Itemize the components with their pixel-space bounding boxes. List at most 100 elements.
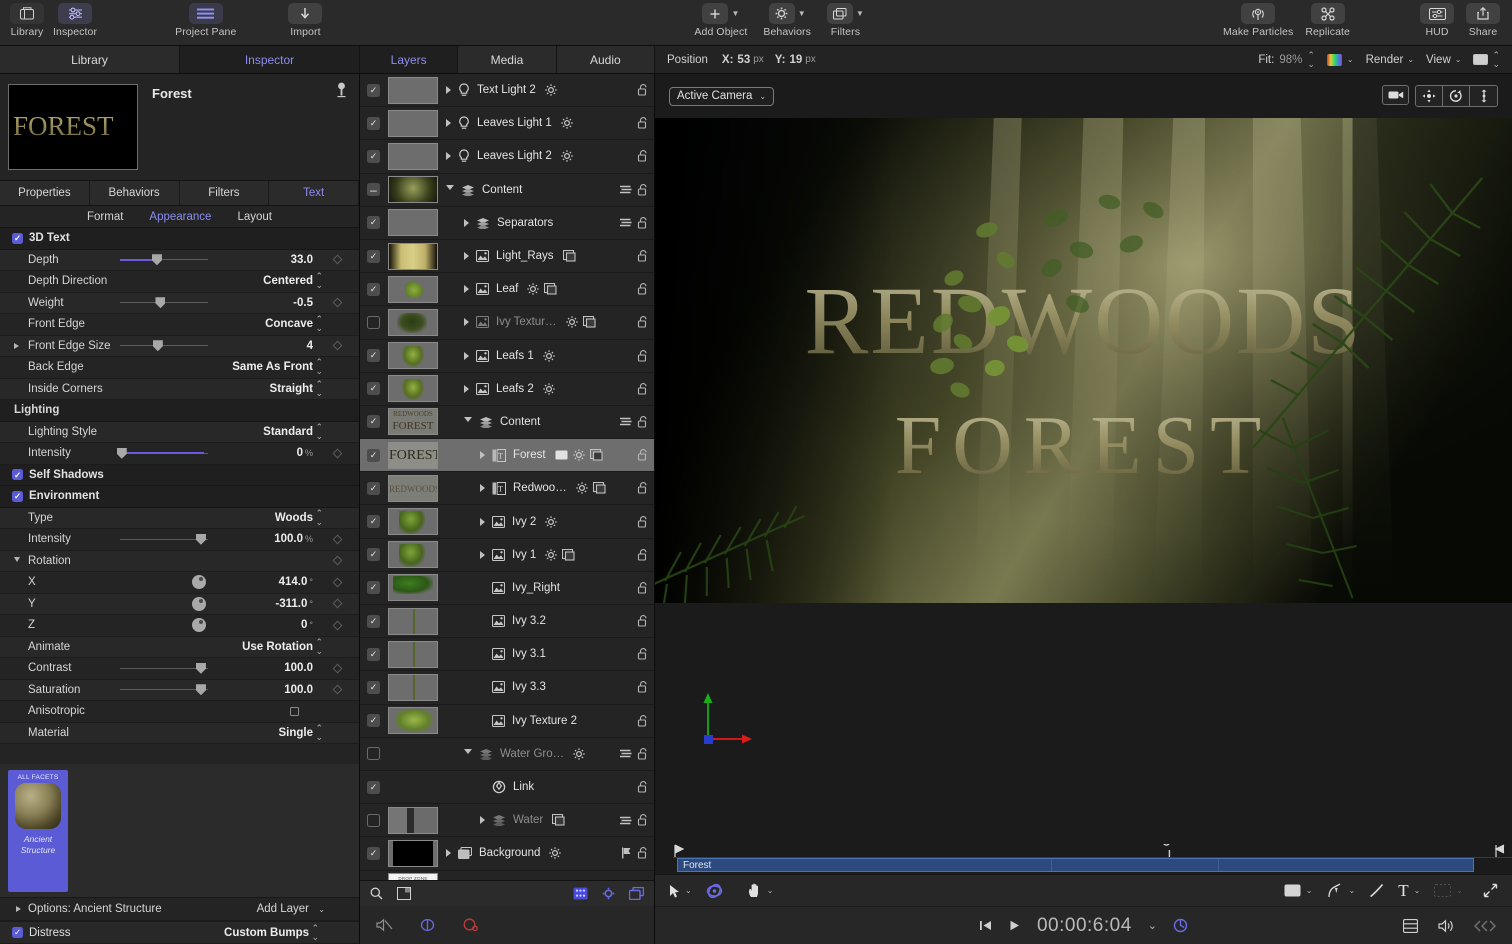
- lock-icon[interactable]: [637, 250, 648, 262]
- viewer-layout-menu[interactable]: ⌃ ⌄: [1473, 50, 1500, 69]
- badge-icon[interactable]: [555, 450, 568, 460]
- keyframe-diamond-icon[interactable]: [332, 534, 343, 545]
- row-rotation-z[interactable]: Z 0 °: [0, 615, 359, 637]
- disclosure-triangle-icon[interactable]: [480, 517, 485, 526]
- distress-checkbox[interactable]: ✓: [12, 927, 23, 938]
- layer-row-background[interactable]: ✓ Background: [360, 837, 654, 871]
- mute-icon[interactable]: [376, 918, 393, 932]
- layer-row-leaf[interactable]: ✓ Leaf: [360, 273, 654, 307]
- gear-icon[interactable]: [545, 84, 557, 96]
- lock-icon[interactable]: [637, 283, 648, 295]
- rotation-dial-z[interactable]: [192, 618, 206, 633]
- new-group-icon[interactable]: [397, 887, 411, 900]
- disclosure-triangle-icon[interactable]: [446, 152, 451, 161]
- mask-icon[interactable]: [589, 449, 603, 461]
- subtab-appearance[interactable]: Appearance: [149, 211, 211, 223]
- row-material[interactable]: Material Single ⌃ ⌄: [0, 722, 359, 744]
- 3d-text-checkbox[interactable]: ✓: [12, 232, 23, 244]
- tab-layers[interactable]: Layers: [360, 46, 459, 73]
- lock-icon[interactable]: [637, 216, 648, 229]
- keyframe-diamond-icon[interactable]: [332, 254, 343, 265]
- disclosure-triangle-icon[interactable]: [464, 285, 469, 294]
- value-weight[interactable]: -0.5: [293, 297, 313, 309]
- mask-icon[interactable]: [562, 250, 576, 262]
- hud-button[interactable]: HUD: [1420, 0, 1454, 38]
- keyframe-diamond-icon[interactable]: [332, 663, 343, 674]
- layer-visibility-checkbox[interactable]: ✓: [367, 83, 380, 97]
- disclosure-triangle-icon[interactable]: [446, 86, 451, 95]
- disclosure-triangle-icon[interactable]: [464, 218, 469, 227]
- project-pane-button[interactable]: Project Pane: [175, 0, 236, 38]
- keyframe-record-icon[interactable]: [1173, 918, 1188, 933]
- lock-icon[interactable]: [637, 581, 648, 594]
- rotation-dial-y[interactable]: [192, 596, 206, 611]
- timeline-ruler[interactable]: [673, 844, 1512, 858]
- gear-icon[interactable]: [576, 482, 588, 494]
- layer-visibility-checkbox[interactable]: ✓: [367, 116, 380, 130]
- gear-icon[interactable]: [549, 847, 561, 860]
- anisotropic-checkbox[interactable]: [290, 706, 299, 716]
- render-menu[interactable]: Render ⌄: [1366, 54, 1414, 66]
- value-rotation-z[interactable]: 0 °: [301, 619, 313, 631]
- gear-icon[interactable]: [561, 150, 573, 163]
- subtab-layout[interactable]: Layout: [237, 211, 272, 223]
- section-rotation[interactable]: Rotation: [0, 550, 359, 572]
- layer-visibility-checkbox[interactable]: ✓: [367, 216, 380, 230]
- expand-canvas-icon[interactable]: [1483, 883, 1498, 898]
- value-lighting-style[interactable]: Standard: [263, 426, 313, 438]
- layer-row-forest[interactable]: ✓ FOREST T Forest: [360, 439, 654, 473]
- position-x-value[interactable]: 53: [737, 54, 750, 66]
- mask-icon[interactable]: [552, 814, 565, 826]
- slider-depth[interactable]: [120, 254, 208, 266]
- gear-icon[interactable]: [527, 283, 539, 295]
- layer-visibility-checkbox[interactable]: ✓: [367, 481, 380, 495]
- fit-value[interactable]: 98%: [1279, 54, 1302, 66]
- layer-row-redwoo[interactable]: ✓ REDWOODS T Redwoo…: [360, 472, 654, 506]
- material-card-ancient-structure[interactable]: ALL FACETS Ancient Structure: [8, 770, 68, 892]
- canvas-viewer[interactable]: REDWOODS FOREST: [655, 118, 1512, 603]
- color-channel-menu[interactable]: ⌄: [1326, 53, 1354, 66]
- tab-library[interactable]: Library: [0, 46, 180, 73]
- blend-mode-icon[interactable]: [619, 217, 632, 228]
- timeline-ruler-and-track[interactable]: Forest: [655, 842, 1512, 874]
- row-rotation-x[interactable]: X 414.0 °: [0, 572, 359, 594]
- lock-icon[interactable]: [637, 548, 648, 561]
- distress-value[interactable]: Custom Bumps: [224, 927, 309, 939]
- audio-volume-icon[interactable]: [1438, 918, 1454, 933]
- row-depth-direction[interactable]: Depth Direction Centered ⌃ ⌄: [0, 271, 359, 293]
- value-contrast[interactable]: 100.0: [284, 662, 313, 674]
- gear-icon[interactable]: [545, 515, 557, 528]
- row-contrast[interactable]: Contrast 100.0: [0, 658, 359, 680]
- layer-row-ivy-right[interactable]: ✓ Ivy_Right: [360, 572, 654, 605]
- inspector-toolbar-button[interactable]: Inspector: [53, 0, 97, 38]
- blend-mode-icon[interactable]: [619, 748, 632, 759]
- tab-audio[interactable]: Audio: [556, 46, 655, 73]
- stepper-icon[interactable]: ⌃ ⌄: [315, 379, 323, 398]
- slider-front-edge-size[interactable]: [120, 340, 208, 352]
- canvas-viewport-area[interactable]: REDWOODS FOREST: [655, 118, 1512, 842]
- keyframe-diamond-icon[interactable]: [332, 340, 343, 351]
- layer-row-ivy-2[interactable]: ✓ Ivy 2: [360, 505, 654, 539]
- gear-icon[interactable]: [561, 117, 573, 129]
- stepper-icon[interactable]: ⌃ ⌄: [315, 723, 323, 742]
- layer-visibility-checkbox[interactable]: ✓: [367, 382, 380, 396]
- lock-icon[interactable]: [637, 648, 648, 660]
- layer-visibility-checkbox[interactable]: ✓: [367, 415, 380, 429]
- distress-row[interactable]: ✓ Distress Custom Bumps ⌃ ⌄: [0, 921, 359, 944]
- row-animate[interactable]: Animate Use Rotation ⌃ ⌄: [0, 636, 359, 658]
- chevron-down-icon[interactable]: ⌄: [1148, 919, 1157, 932]
- tab-filters[interactable]: Filters: [180, 181, 270, 205]
- environment-checkbox[interactable]: ✓: [12, 490, 23, 502]
- layer-visibility-checkbox[interactable]: ✓: [367, 846, 380, 860]
- dolly-tool-icon[interactable]: [1470, 86, 1497, 106]
- bezier-tool-button[interactable]: ⌄: [1327, 883, 1355, 898]
- row-back-edge[interactable]: Back Edge Same As Front ⌃ ⌄: [0, 357, 359, 379]
- stepper-icon[interactable]: ⌃ ⌄: [315, 315, 323, 333]
- stepper-icon[interactable]: ⌃ ⌄: [315, 637, 323, 656]
- layer-row-ivy-3-1[interactable]: ✓ Ivy 3.1: [360, 638, 654, 672]
- layer-row-leafs-1[interactable]: ✓ Leafs 1: [360, 340, 654, 373]
- stepper-icon[interactable]: ⌃ ⌄: [315, 358, 323, 376]
- lock-icon[interactable]: [637, 515, 648, 528]
- layer-row-leaves-light-1[interactable]: ✓ Leaves Light 1: [360, 107, 654, 141]
- blend-mode-icon[interactable]: [619, 815, 632, 826]
